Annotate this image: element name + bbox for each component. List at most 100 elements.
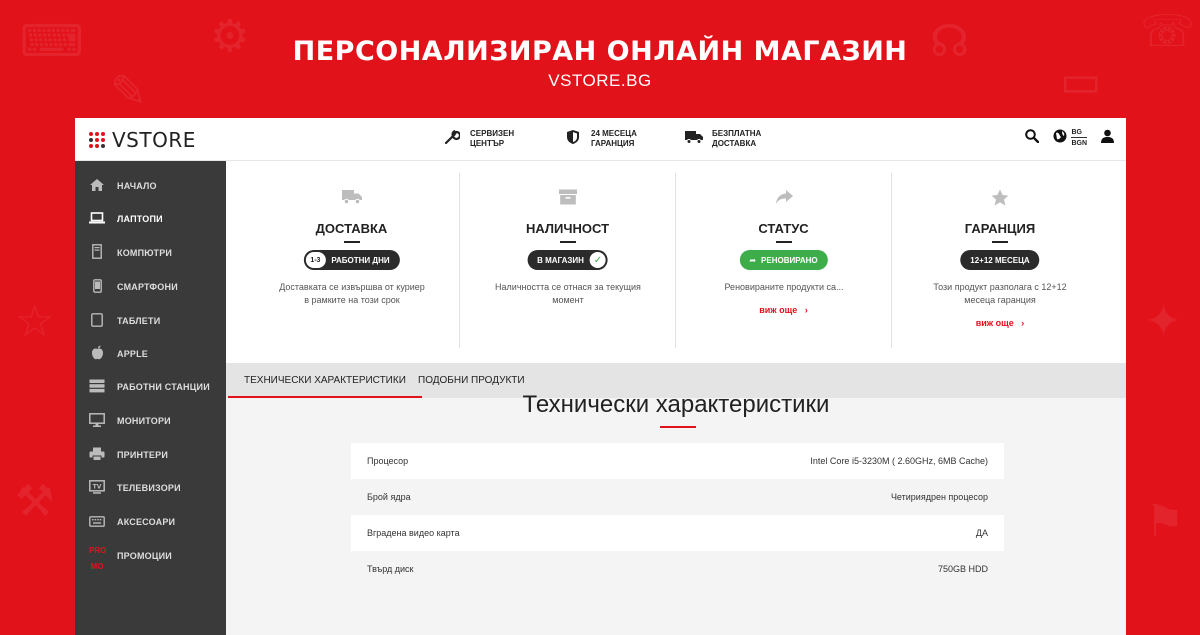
- top-header: VSTORE СЕРВИЗЕН ЦЕНТЪР 24 МЕСЕЦА ГАРАНЦИЯ …: [75, 118, 1126, 161]
- feature-warranty[interactable]: 24 МЕСЕЦА ГАРАНЦИЯ: [564, 129, 655, 149]
- header-actions: BG BGN: [1011, 128, 1114, 148]
- pattern-flag-icon: ⚑: [1145, 497, 1185, 546]
- sidebar-item-tablets[interactable]: ТАБЛЕТИ: [89, 311, 160, 331]
- user-icon[interactable]: [1101, 129, 1114, 147]
- feature-delivery[interactable]: БЕЗПЛАТНА ДОСТАВКА: [685, 129, 776, 149]
- feature-line2: ДОСТАВКА: [712, 139, 757, 148]
- card-description: Доставката се извършва от куриер в рамки…: [279, 282, 425, 305]
- keyboard-icon: [89, 514, 105, 530]
- sidebar-item-apple[interactable]: APPLE: [89, 344, 148, 364]
- box-icon: [460, 189, 675, 210]
- badge-text: В МАГАЗИН: [537, 255, 584, 265]
- pattern-star-icon: ☆: [15, 297, 55, 346]
- spec-value: 750GB HDD: [937, 564, 988, 574]
- status-see-more-link[interactable]: виж още ›: [676, 305, 891, 315]
- card-description: Реновираните продукти са...: [724, 282, 844, 292]
- language-currency-switch[interactable]: BG BGN: [1071, 128, 1087, 148]
- search-icon[interactable]: [1025, 129, 1040, 147]
- pattern-wrench-icon: ⚒: [15, 477, 55, 526]
- spec-label: Процесор: [367, 456, 409, 466]
- wrench-icon: [443, 129, 462, 149]
- card-availability: НАЛИЧНОСТ В МАГАЗИН ✓ Наличността се отн…: [460, 173, 676, 348]
- sidebar-item-label: СМАРТФОНИ: [117, 282, 178, 292]
- card-title-underline: [344, 241, 360, 243]
- vstore-logo[interactable]: VSTORE: [89, 128, 196, 152]
- share-arrow-icon: ➦: [749, 255, 757, 265]
- feature-service[interactable]: СЕРВИЗЕН ЦЕНТЪР: [443, 129, 534, 149]
- share-arrow-icon: [676, 189, 891, 210]
- logo-text: VSTORE: [112, 128, 196, 152]
- spec-label: Брой ядра: [367, 492, 411, 502]
- laptop-icon: [89, 211, 105, 227]
- sidebar-item-smartphones[interactable]: СМАРТФОНИ: [89, 277, 178, 297]
- home-icon: [89, 178, 105, 195]
- star-icon: [892, 189, 1108, 211]
- feature-line2: ЦЕНТЪР: [470, 139, 505, 148]
- chevron-right-icon: ›: [804, 305, 808, 315]
- sidebar-item-label: НАЧАЛО: [117, 181, 157, 191]
- language-label: BG: [1071, 129, 1082, 136]
- spec-label: Вградена видео карта: [367, 528, 460, 538]
- card-title: ГАРАНЦИЯ: [964, 221, 1036, 236]
- feature-line1: 24 МЕСЕЦА: [591, 129, 637, 138]
- pattern-bulb-icon: ✦: [1145, 297, 1182, 346]
- sidebar-item-workstations[interactable]: РАБОТНИ СТАНЦИИ: [89, 377, 210, 397]
- sidebar-item-accessories[interactable]: АКСЕСОАРИ: [89, 512, 175, 532]
- sidebar-item-printers[interactable]: ПРИНТЕРИ: [89, 445, 168, 465]
- sidebar-item-tvs[interactable]: TV ТЕЛЕВИЗОРИ: [89, 478, 181, 498]
- card-description: Наличността се отнася за текущия момент: [495, 282, 641, 305]
- sidebar-item-label: МОНИТОРИ: [117, 416, 171, 426]
- sidebar-item-label: ТЕЛЕВИЗОРИ: [117, 483, 181, 493]
- store-window: VSTORE СЕРВИЗЕН ЦЕНТЪР 24 МЕСЕЦА ГАРАНЦИЯ …: [75, 118, 1126, 635]
- feature-line1: СЕРВИЗЕН: [470, 129, 515, 138]
- card-title: СТАТУС: [758, 221, 809, 236]
- printer-icon: [89, 447, 105, 464]
- sidebar-item-label: АКСЕСОАРИ: [117, 517, 176, 527]
- spec-value: ДА: [975, 528, 988, 538]
- sidebar-item-computers[interactable]: КОМПЮТРИ: [89, 243, 172, 263]
- badge-text: РАБОТНИ ДНИ: [331, 255, 390, 265]
- tv-icon: TV: [89, 479, 105, 497]
- sidebar-item-laptops[interactable]: ЛАПТОПИ: [89, 209, 163, 229]
- chevron-right-icon: ›: [1021, 318, 1025, 328]
- see-more-label: виж още: [975, 318, 1014, 328]
- sidebar-item-label: ЛАПТОПИ: [117, 214, 163, 224]
- table-row: Твърд диск 750GB HDD: [351, 551, 1004, 587]
- sidebar-item-promotions[interactable]: PRO MO ПРОМОЦИИ: [89, 546, 172, 571]
- status-badge: ➦ РЕНОВИРАНО: [739, 250, 828, 270]
- promo-badge-line1: PRO: [89, 546, 107, 555]
- sidebar-item-monitors[interactable]: МОНИТОРИ: [89, 411, 171, 431]
- warranty-see-more-link[interactable]: виж още ›: [892, 318, 1108, 328]
- spec-value: Intel Core i5-3230M ( 2.60GHz, 6MB Cache…: [810, 456, 988, 466]
- product-info-cards: ДОСТАВКА 1-3 РАБОТНИ ДНИ Доставката се и…: [226, 161, 1126, 363]
- delivery-days-badge: 1-3 РАБОТНИ ДНИ: [303, 250, 400, 270]
- promo-icon: PRO MO: [89, 540, 107, 572]
- specs-title-underline: [660, 426, 696, 428]
- svg-text:TV: TV: [93, 483, 102, 490]
- smartphone-icon: [89, 278, 105, 296]
- check-icon: ✓: [589, 252, 606, 268]
- globe-icon[interactable]: [1053, 129, 1067, 147]
- monitor-icon: [89, 412, 105, 430]
- feature-line2: ГАРАНЦИЯ: [591, 139, 635, 148]
- tablet-icon: [89, 312, 105, 330]
- desktop-tower-icon: [89, 244, 105, 262]
- card-title-underline: [992, 241, 1008, 243]
- card-title-underline: [560, 241, 576, 243]
- currency-label: BGN: [1071, 137, 1087, 148]
- table-row: Процесор Intel Core i5-3230M ( 2.60GHz, …: [351, 443, 1004, 479]
- delivery-days-number: 1-3: [305, 252, 326, 268]
- card-title: НАЛИЧНОСТ: [525, 221, 610, 236]
- server-icon: [89, 379, 105, 396]
- badge-text: РЕНОВИРАНО: [761, 255, 818, 265]
- specs-title: Технически характеристики: [522, 391, 830, 418]
- spec-value: Четириядрен процесор: [890, 492, 988, 502]
- feature-line1: БЕЗПЛАТНА: [712, 129, 762, 138]
- shield-icon: [564, 129, 582, 149]
- sidebar-item-home[interactable]: НАЧАЛО: [89, 176, 157, 196]
- card-title-underline: [776, 241, 792, 243]
- sidebar-item-label: ПРИНТЕРИ: [117, 450, 169, 460]
- sidebar-item-label: КОМПЮТРИ: [117, 248, 173, 258]
- apple-icon: [89, 345, 105, 363]
- hero-title: ПЕРСОНАЛИЗИРАН ОНЛАЙН МАГАЗИН: [292, 36, 908, 67]
